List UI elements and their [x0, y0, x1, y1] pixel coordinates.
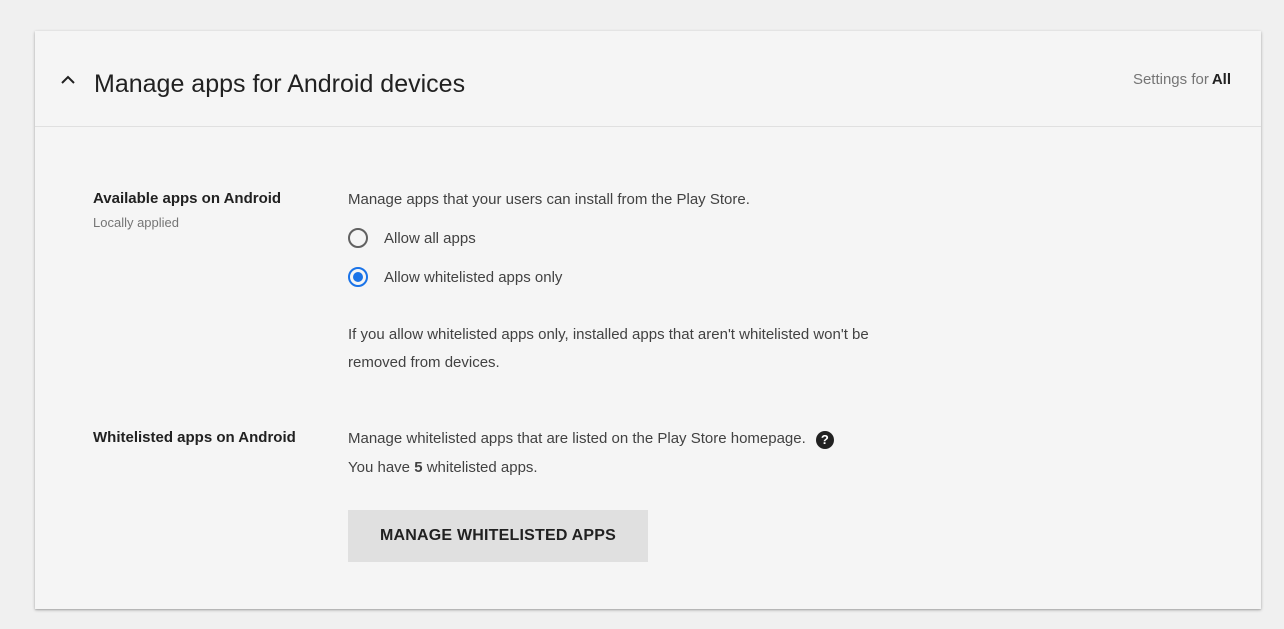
- card-header[interactable]: Manage apps for Android devices Settings…: [35, 31, 1261, 127]
- count-prefix: You have: [348, 459, 411, 476]
- help-icon[interactable]: ?: [815, 431, 834, 449]
- whitelisted-apps-description-row: Manage whitelisted apps that are listed …: [348, 426, 834, 451]
- chevron-up-icon[interactable]: [60, 75, 76, 85]
- locally-applied-sublabel: Locally applied: [93, 215, 180, 230]
- settings-for-prefix: Settings for: [1132, 71, 1209, 88]
- whitelisted-apps-label: Whitelisted apps on Android: [93, 429, 296, 446]
- whitelisted-apps-description: Manage whitelisted apps that are listed …: [348, 430, 806, 447]
- whitelisted-count-text: You have 5 whitelisted apps.: [348, 455, 538, 480]
- manage-whitelisted-apps-button[interactable]: MANAGE WHITELISTED APPS: [348, 510, 648, 562]
- count-suffix: whitelisted apps.: [426, 459, 538, 476]
- whitelist-note-line-2: removed from devices.: [348, 354, 500, 371]
- radio-allow-all-apps[interactable]: Allow all apps: [348, 228, 476, 248]
- available-apps-label: Available apps on Android: [93, 190, 282, 207]
- radio-allow-whitelisted-only[interactable]: Allow whitelisted apps only: [348, 267, 562, 287]
- whitelisted-count: 5: [414, 459, 423, 476]
- radio-button-unchecked[interactable]: [348, 228, 368, 248]
- card-title: Manage apps for Android devices: [94, 70, 466, 98]
- radio-button-checked[interactable]: [348, 267, 368, 287]
- radio-label: Allow whitelisted apps only: [384, 268, 563, 286]
- settings-scope: Settings for All: [1133, 71, 1231, 88]
- whitelist-note-line-1: If you allow whitelisted apps only, inst…: [348, 326, 869, 343]
- settings-card: Manage apps for Android devices Settings…: [35, 31, 1261, 609]
- available-apps-description: Manage apps that your users can install …: [348, 191, 750, 208]
- settings-for-scope: All: [1211, 71, 1231, 88]
- radio-label: Allow all apps: [384, 229, 476, 247]
